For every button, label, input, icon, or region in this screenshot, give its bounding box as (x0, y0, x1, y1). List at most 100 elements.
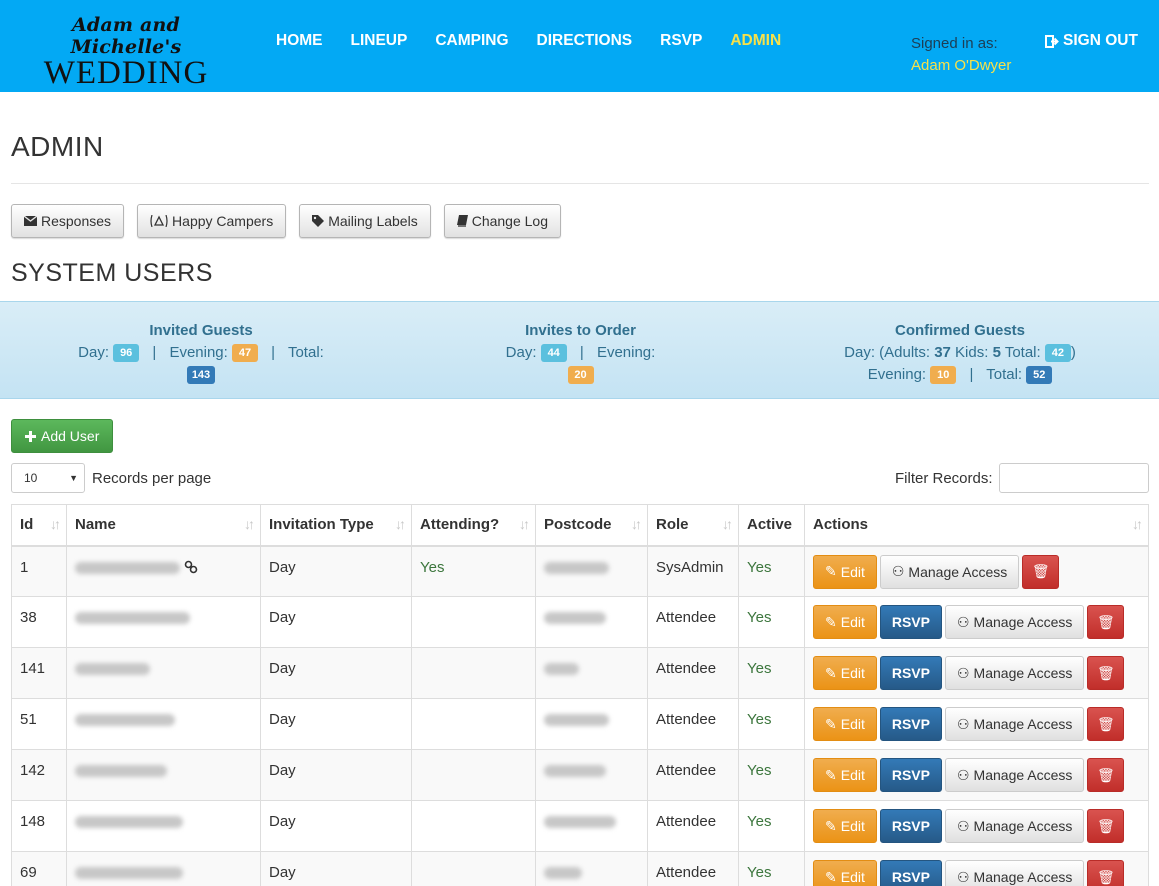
cell-active: Yes (738, 749, 805, 801)
edit-label: Edit (840, 665, 865, 681)
column-header-active[interactable]: Active (738, 504, 805, 547)
cell-actions: ✎ Edit RSVP ⚇ Manage Access 🗑 (804, 698, 1149, 750)
header-label: Role (656, 516, 689, 534)
delete-button[interactable]: 🗑 (1087, 656, 1125, 690)
rsvp-button[interactable]: RSVP (879, 707, 942, 741)
cell-role: Attendee (647, 851, 739, 886)
delete-button[interactable]: 🗑 (1087, 809, 1125, 843)
column-header-role[interactable]: Role ↓↑ (647, 504, 739, 547)
invited-day-badge: 96 (113, 344, 140, 363)
rsvp-label: RSVP (891, 869, 930, 885)
records-per-page-select[interactable]: 10 ▼ (11, 463, 85, 493)
sort-icon: ↓↑ (50, 516, 61, 532)
cell-invitation-type: Day (260, 698, 412, 750)
rsvp-button[interactable]: RSVP (879, 758, 942, 792)
delete-button[interactable]: 🗑 (1087, 860, 1125, 886)
site-logo[interactable]: Adam and Michelle's WEDDING (36, 14, 216, 90)
cell-role: Attendee (647, 647, 739, 699)
trash-icon: 🗑 (1097, 817, 1115, 834)
confirmed-adults: 37 (934, 344, 951, 361)
cell-actions: ✎ Edit ⚇ Manage Access 🗑 (804, 545, 1149, 597)
redacted-postcode (544, 765, 606, 777)
delete-button[interactable]: 🗑 (1087, 605, 1125, 639)
rsvp-button[interactable]: RSVP (879, 860, 942, 886)
column-header-name[interactable]: Name ↓↑ (66, 504, 261, 547)
cell-postcode (535, 647, 648, 699)
section-title: SYSTEM USERS (11, 259, 213, 287)
edit-button[interactable]: ✎ Edit (813, 758, 877, 792)
tent-icon (150, 215, 168, 227)
rsvp-label: RSVP (891, 665, 930, 681)
nav-home[interactable]: HOME (276, 32, 323, 50)
table-row: 142 Day Attendee Yes ✎ Edit RSVP ⚇ Manage … (11, 749, 1149, 801)
rsvp-label: RSVP (891, 767, 930, 783)
edit-button[interactable]: ✎ Edit (813, 605, 877, 639)
separator: | (271, 344, 276, 361)
edit-button[interactable]: ✎ Edit (813, 809, 877, 843)
delete-button[interactable]: 🗑 (1087, 707, 1125, 741)
column-header-attending[interactable]: Attending? ↓↑ (411, 504, 536, 547)
cell-postcode (535, 698, 648, 750)
redacted-name (75, 867, 183, 879)
manage-access-button[interactable]: ⚇ Manage Access (944, 860, 1085, 886)
nav-camping[interactable]: CAMPING (435, 32, 508, 50)
happy-campers-button[interactable]: Happy Campers (137, 204, 287, 238)
column-header-postcode[interactable]: Postcode ↓↑ (535, 504, 648, 547)
edit-button[interactable]: ✎ Edit (813, 554, 877, 589)
cell-invitation-type: Day (260, 545, 412, 597)
table-row: 69 Day Attendee Yes ✎ Edit RSVP ⚇ Manage A… (11, 851, 1149, 886)
cell-postcode (535, 800, 648, 852)
rsvp-label: RSVP (891, 818, 930, 834)
nav-rsvp[interactable]: RSVP (660, 32, 702, 50)
manage-access-button[interactable]: ⚇ Manage Access (944, 656, 1085, 690)
pencil-icon: ✎ (825, 817, 837, 834)
edit-button[interactable]: ✎ Edit (813, 860, 877, 886)
records-per-page: 10 ▼ Records per page (11, 463, 211, 493)
invited-guests-title: Invited Guests (149, 322, 253, 339)
redacted-postcode (544, 816, 616, 828)
header-label: Attending? (420, 516, 500, 534)
sort-icon: ↓↑ (631, 516, 642, 532)
mailing-labels-button[interactable]: Mailing Labels (299, 204, 431, 238)
change-log-button[interactable]: Change Log (443, 204, 561, 238)
rsvp-button[interactable]: RSVP (879, 809, 942, 843)
manage-access-button[interactable]: ⚇ Manage Access (944, 605, 1085, 639)
cell-active: Yes (738, 698, 805, 750)
sign-out-link[interactable]: SIGN OUT (1045, 32, 1138, 50)
nav-directions[interactable]: DIRECTIONS (537, 32, 633, 50)
filter-label: Filter Records: (895, 469, 993, 487)
column-header-id[interactable]: Id ↓↑ (11, 504, 67, 547)
manage-access-button[interactable]: ⚇ Manage Access (944, 809, 1085, 843)
responses-button[interactable]: Responses (11, 204, 125, 238)
add-user-button[interactable]: Add User (11, 419, 114, 453)
header-label: Active (747, 516, 793, 534)
nav-admin[interactable]: ADMIN (730, 32, 781, 50)
edit-button[interactable]: ✎ Edit (813, 656, 877, 690)
manage-access-button[interactable]: ⚇ Manage Access (879, 554, 1020, 589)
rsvp-button[interactable]: RSVP (879, 605, 942, 639)
cell-name (66, 647, 261, 699)
column-header-actions[interactable]: Actions ↓↑ (804, 504, 1149, 547)
edit-button[interactable]: ✎ Edit (813, 707, 877, 741)
header-label: Id (20, 516, 34, 534)
invited-total-label: Total: (287, 344, 324, 361)
trash-icon: 🗑 (1097, 613, 1115, 630)
signed-in-user[interactable]: Adam O'Dwyer (911, 55, 1011, 77)
invites-to-order-stat: Invites to Order Day: 44 | Evening: 20 (493, 320, 668, 386)
redacted-postcode (544, 612, 606, 624)
manage-access-button[interactable]: ⚇ Manage Access (944, 707, 1085, 741)
cell-name (66, 800, 261, 852)
link-icon[interactable] (184, 560, 198, 574)
delete-button[interactable]: 🗑 (1087, 758, 1125, 792)
redacted-name (75, 561, 180, 574)
column-header-invitation-type[interactable]: Invitation Type ↓↑ (260, 504, 412, 547)
sitemap-icon: ⚇ (956, 715, 970, 732)
sort-icon: ↓↑ (1132, 516, 1143, 532)
nav-lineup[interactable]: LINEUP (351, 32, 408, 50)
delete-button[interactable]: 🗑 (1022, 554, 1060, 589)
manage-access-button[interactable]: ⚇ Manage Access (944, 758, 1085, 792)
rsvp-button[interactable]: RSVP (879, 656, 942, 690)
cell-attending (411, 698, 536, 750)
filter-input[interactable] (998, 463, 1149, 493)
sign-out-label: SIGN OUT (1063, 32, 1138, 49)
